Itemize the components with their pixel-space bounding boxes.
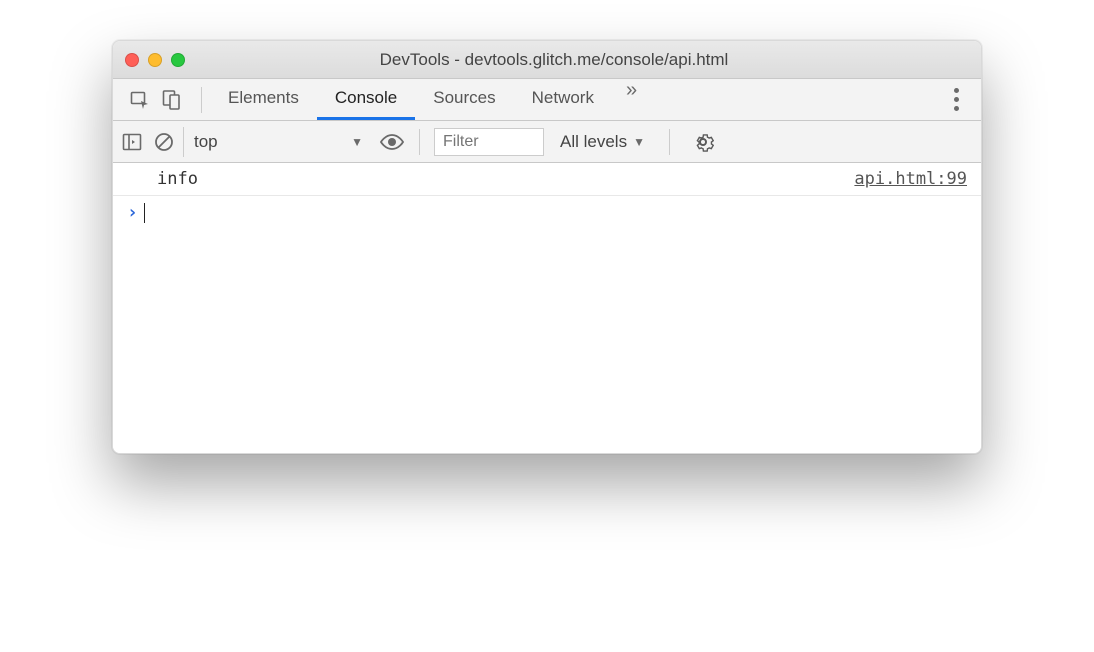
console-prompt[interactable]: › bbox=[113, 196, 981, 229]
levels-label: All levels bbox=[560, 132, 627, 152]
settings-menu-icon[interactable] bbox=[948, 82, 965, 117]
filter-input[interactable] bbox=[434, 128, 544, 156]
log-message: info bbox=[157, 169, 198, 189]
context-label: top bbox=[194, 132, 218, 152]
window-title: DevTools - devtools.glitch.me/console/ap… bbox=[139, 50, 969, 70]
console-settings-icon[interactable] bbox=[690, 129, 716, 155]
execution-context-selector[interactable]: top ▼ bbox=[183, 127, 373, 157]
more-tabs-icon[interactable]: » bbox=[612, 79, 651, 120]
log-level-selector[interactable]: All levels ▼ bbox=[550, 132, 655, 152]
close-window-button[interactable] bbox=[125, 53, 139, 67]
main-tabbar: Elements Console Sources Network » bbox=[113, 79, 981, 121]
text-cursor bbox=[144, 203, 145, 223]
prompt-caret-icon: › bbox=[127, 202, 138, 223]
chevron-down-icon: ▼ bbox=[351, 135, 363, 149]
live-expression-icon[interactable] bbox=[379, 129, 405, 155]
tab-console[interactable]: Console bbox=[317, 79, 415, 120]
show-console-sidebar-icon[interactable] bbox=[119, 129, 145, 155]
log-source-link[interactable]: api.html:99 bbox=[854, 169, 967, 189]
devtools-window: DevTools - devtools.glitch.me/console/ap… bbox=[112, 40, 982, 454]
panel-tabs: Elements Console Sources Network » bbox=[210, 79, 651, 120]
device-toolbar-icon[interactable] bbox=[159, 87, 185, 113]
clear-console-icon[interactable] bbox=[151, 129, 177, 155]
console-toolbar: top ▼ All levels ▼ bbox=[113, 121, 981, 163]
tab-sources[interactable]: Sources bbox=[415, 79, 513, 120]
tab-elements[interactable]: Elements bbox=[210, 79, 317, 120]
inspect-element-icon[interactable] bbox=[127, 87, 153, 113]
console-log-row: info api.html:99 bbox=[113, 163, 981, 196]
chevron-down-icon: ▼ bbox=[633, 135, 645, 149]
console-output: info api.html:99 › bbox=[113, 163, 981, 453]
tab-network[interactable]: Network bbox=[514, 79, 612, 120]
titlebar: DevTools - devtools.glitch.me/console/ap… bbox=[113, 41, 981, 79]
